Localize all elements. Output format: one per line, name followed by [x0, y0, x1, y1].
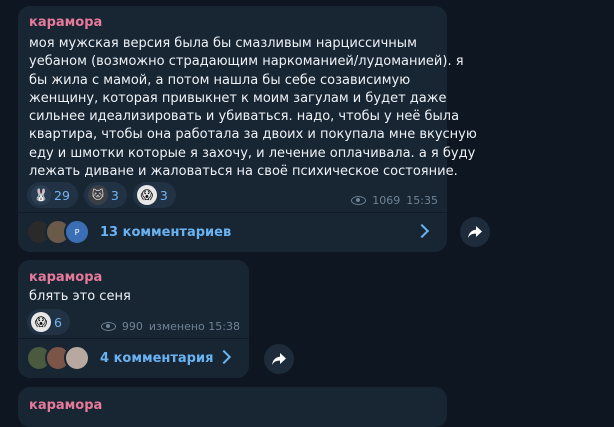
comments-button[interactable]: P 13 комментариев [26, 215, 439, 249]
bunny-emoji-icon: 🐰 [31, 185, 51, 205]
channel-post-3: карамора [18, 387, 447, 427]
reactions-bar: 🐰 29 🐱 3 😱 3 [27, 182, 176, 208]
screaming-face-emoji-icon: 😱 [31, 312, 51, 332]
post-time: изменено 15:38 [148, 320, 240, 333]
reaction-screaming-face[interactable]: 😱 6 [27, 309, 70, 335]
reaction-cats[interactable]: 🐱 3 [83, 182, 127, 208]
commenter-avatars: P [26, 219, 90, 245]
post-author[interactable]: карамора [29, 398, 102, 413]
avatar: P [64, 219, 90, 245]
views-eye-icon [100, 322, 116, 331]
cats-emoji-icon: 🐱 [87, 185, 108, 205]
divider [18, 212, 447, 213]
avatar [64, 345, 90, 371]
chevron-right-icon [414, 223, 430, 239]
reactions-bar: 😱 6 [27, 309, 70, 335]
commenter-avatars [26, 345, 90, 371]
reaction-count: 29 [54, 187, 70, 203]
post-text: блять это сеня [29, 289, 131, 304]
channel-post-2: карамора блять это сеня 😱 6 990 изменено… [18, 260, 249, 378]
views-count: 1069 [372, 194, 401, 207]
comments-label: 4 комментария [100, 350, 214, 366]
reaction-count: 6 [54, 314, 62, 330]
reaction-count: 3 [110, 187, 119, 203]
post-meta: 1069 15:35 [351, 194, 438, 207]
views-eye-icon [351, 196, 367, 205]
post-text: моя мужская версия была бы смазливым нар… [29, 36, 477, 180]
views-count: 990 [121, 320, 143, 333]
divider [18, 338, 249, 339]
post-author[interactable]: карамора [29, 15, 102, 30]
reaction-bunny[interactable]: 🐰 29 [27, 182, 78, 208]
channel-post-1: карамора моя мужская версия была бы смаз… [18, 6, 477, 252]
post-author[interactable]: карамора [29, 270, 102, 285]
reaction-count: 3 [159, 187, 168, 203]
post-meta: 990 изменено 15:38 [100, 320, 240, 333]
share-arrow-icon [272, 353, 286, 365]
comments-button[interactable]: 4 комментария [26, 341, 241, 375]
share-button[interactable] [264, 344, 294, 374]
share-button[interactable] [460, 217, 490, 247]
post-time: 15:35 [406, 194, 438, 207]
chevron-right-icon [216, 349, 232, 365]
share-arrow-icon [468, 226, 482, 238]
screaming-face-emoji-icon: 😱 [136, 185, 157, 205]
comments-label: 13 комментариев [100, 224, 232, 240]
reaction-screaming-face[interactable]: 😱 3 [132, 182, 176, 208]
